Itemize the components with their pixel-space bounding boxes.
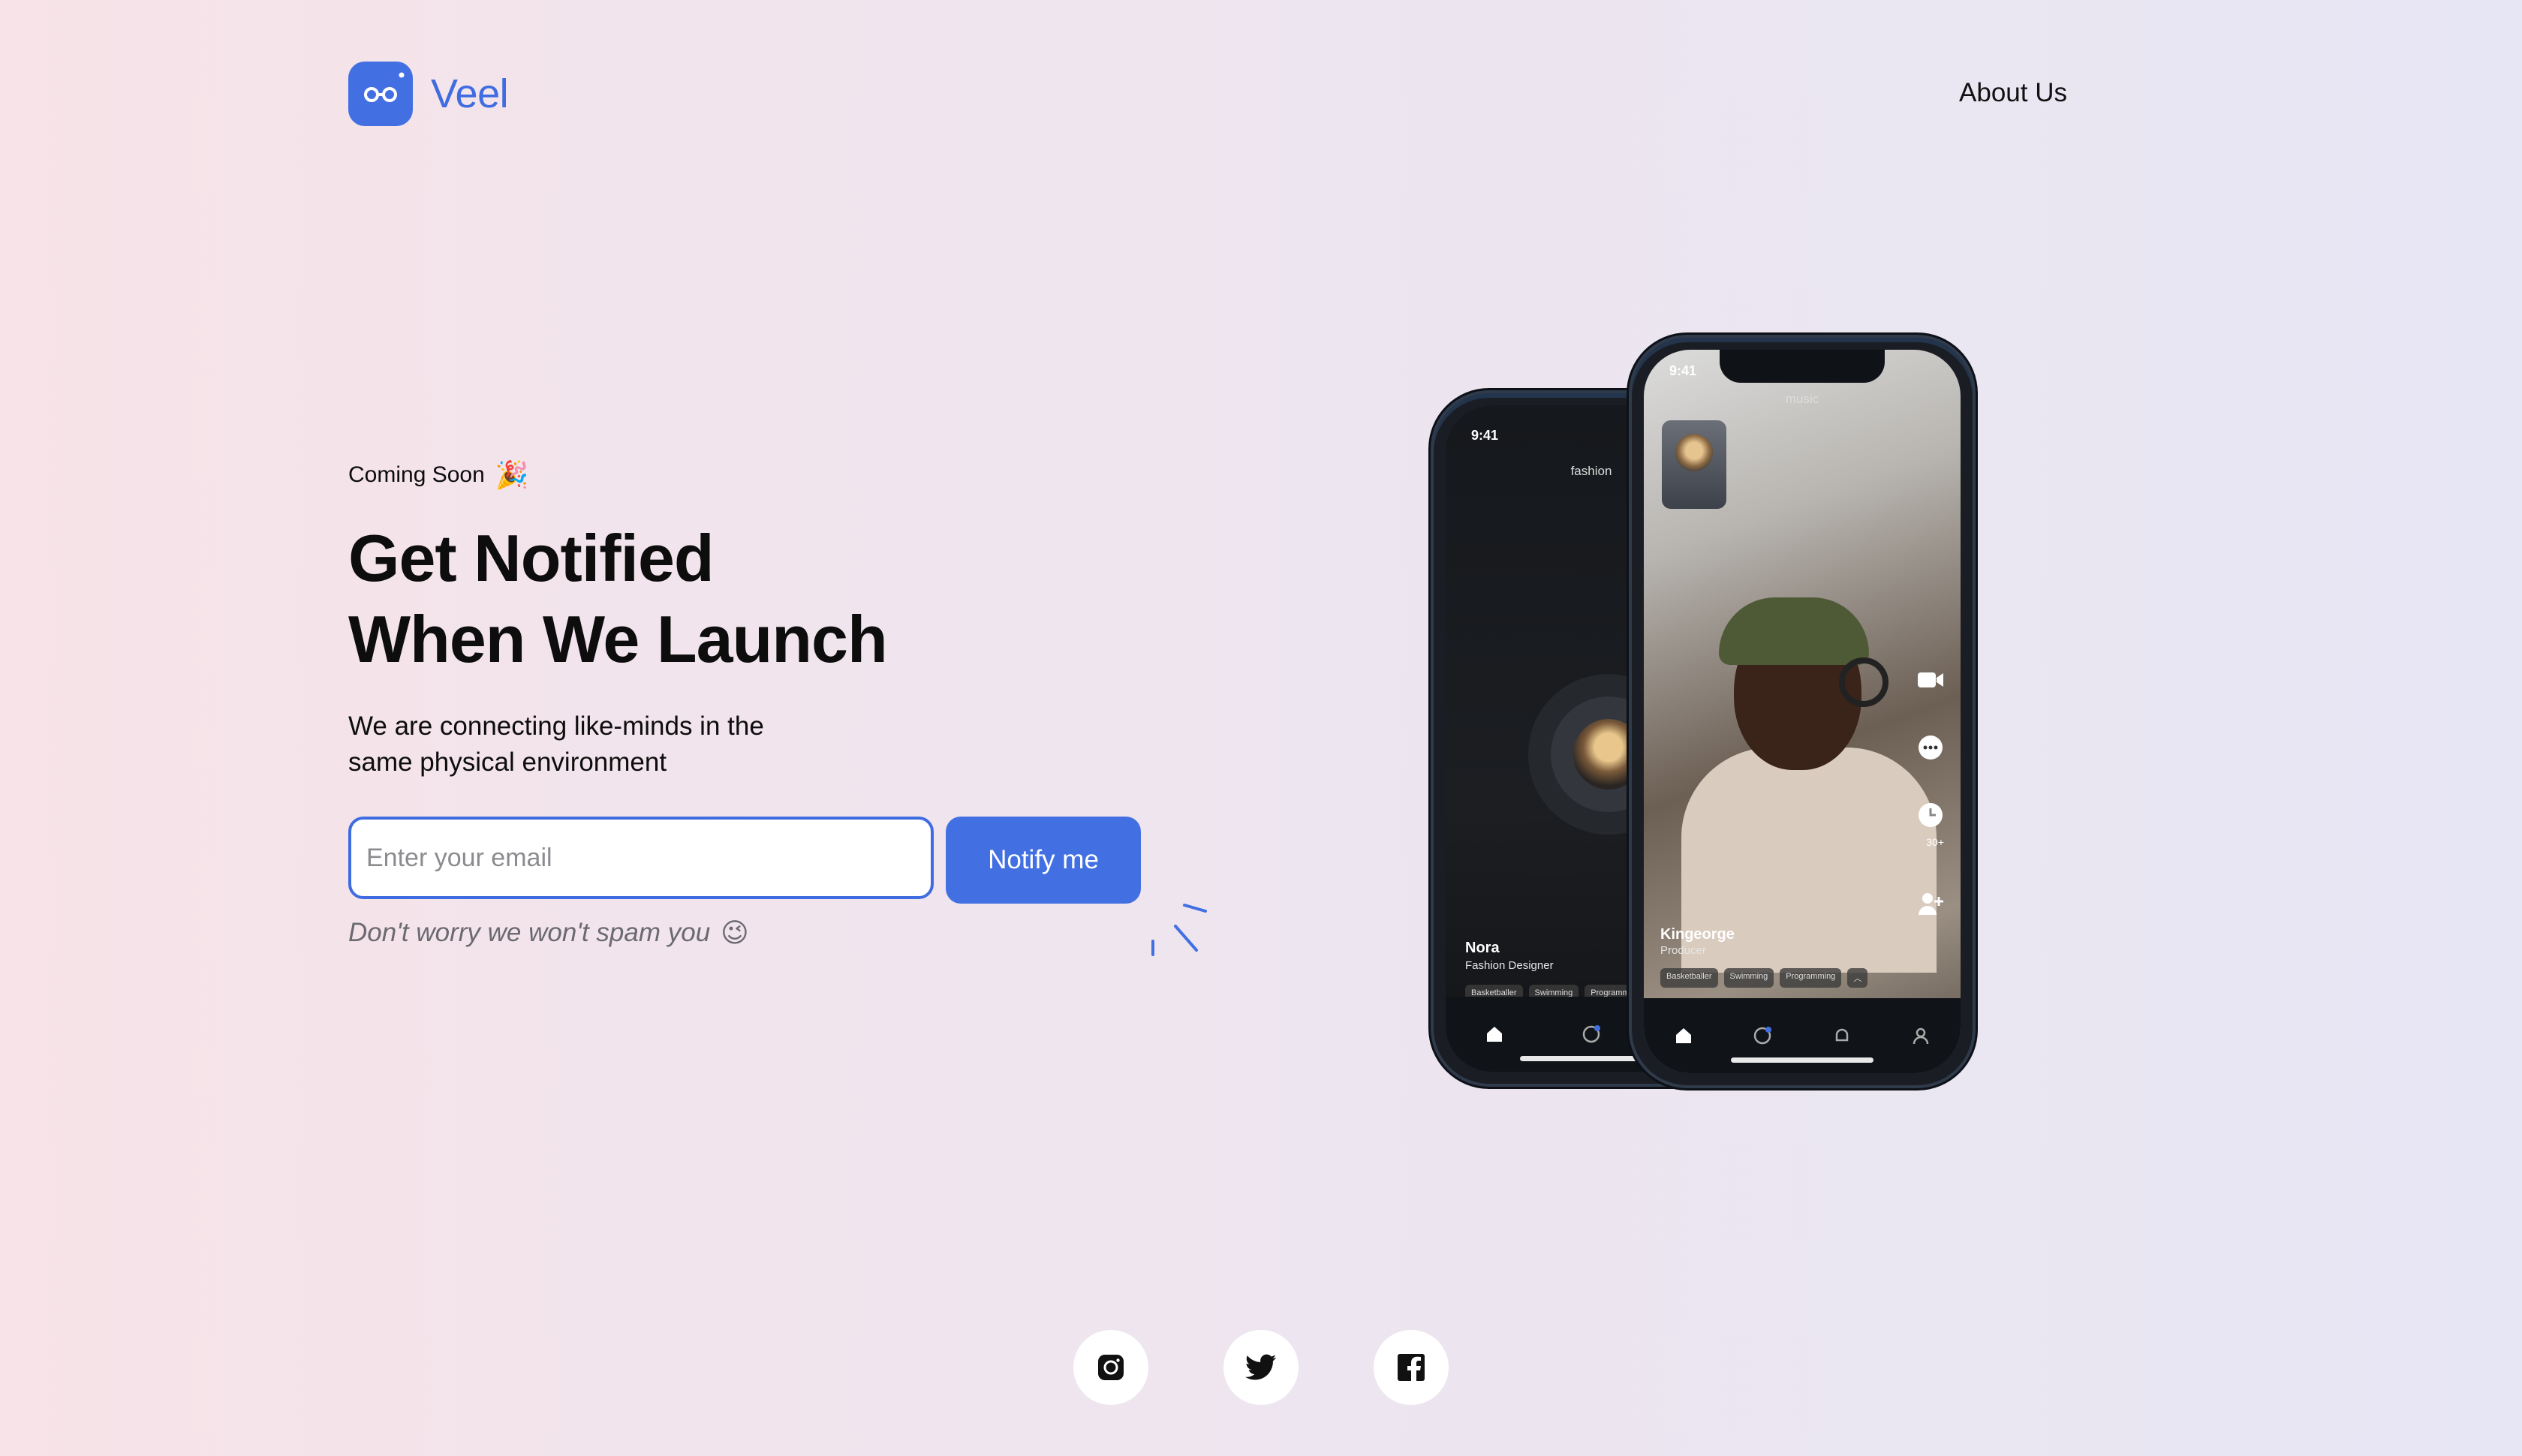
description-line-1: We are connecting like-minds in the xyxy=(348,711,764,741)
instagram-icon[interactable] xyxy=(1073,1330,1148,1405)
profile-icon[interactable] xyxy=(1908,1023,1934,1048)
email-field[interactable] xyxy=(348,817,934,899)
spam-note-text: Don't worry we won't spam you xyxy=(348,918,711,947)
headline-line-1: Get Notified xyxy=(348,521,715,595)
tag: Programming xyxy=(1780,968,1842,988)
hero-description: We are connecting like-minds in the same… xyxy=(348,708,814,781)
bell-icon[interactable] xyxy=(1829,1023,1855,1048)
twitter-icon[interactable] xyxy=(1223,1330,1299,1405)
facebook-icon[interactable] xyxy=(1374,1330,1449,1405)
tag: Basketballer xyxy=(1660,968,1718,988)
user-name: Nora xyxy=(1465,940,1500,956)
nav-link-about[interactable]: About Us xyxy=(1959,78,2067,108)
user-role: Fashion Designer xyxy=(1465,959,1554,972)
spam-note: Don't worry we won't spam you 😉 xyxy=(348,917,749,949)
notify-button[interactable]: Notify me xyxy=(946,817,1141,904)
tag: Swimming xyxy=(1723,968,1774,988)
page-title: Get Notified When We Launch xyxy=(348,518,1249,680)
chat-icon[interactable] xyxy=(1579,1021,1604,1047)
category-label: music xyxy=(1785,392,1819,406)
clock-icon[interactable] xyxy=(1914,799,1947,832)
social-links xyxy=(1073,1330,1449,1405)
add-user-icon[interactable] xyxy=(1914,887,1947,920)
hero-section: Coming Soon 🎉 Get Notified When We Launc… xyxy=(348,459,1249,781)
user-name: Kingeorge xyxy=(1660,926,1735,943)
glasses-icon xyxy=(348,62,413,126)
chevron-up-icon[interactable]: ︿ xyxy=(1847,968,1868,988)
timer-count: 30+ xyxy=(1926,836,1944,848)
chat-icon[interactable] xyxy=(1750,1023,1775,1048)
wink-emoji-icon: 😉 xyxy=(721,917,749,948)
phone-notch xyxy=(1720,350,1885,383)
video-feed-image xyxy=(1659,567,1944,973)
status-time: 9:41 xyxy=(1669,363,1697,378)
phone-screen-front: 9:41 music 30+ Kingeorge Producer Basket… xyxy=(1644,350,1961,1073)
brand-logo[interactable]: Veel xyxy=(348,62,509,126)
user-role: Producer xyxy=(1660,944,1706,957)
sparkle-decoration-icon xyxy=(1151,904,1207,956)
notify-form: Notify me xyxy=(348,817,1141,904)
coming-soon-label: Coming Soon 🎉 xyxy=(348,459,1249,491)
status-time: 9:41 xyxy=(1471,428,1499,443)
home-icon[interactable] xyxy=(1482,1021,1507,1047)
interest-tags: Basketballer Swimming Programming ︿ xyxy=(1660,968,1868,988)
brand-name: Veel xyxy=(431,71,509,116)
phone-mockup-front: 9:41 music 30+ Kingeorge Producer Basket… xyxy=(1629,335,1976,1088)
chat-bubble-icon[interactable] xyxy=(1914,731,1947,764)
home-indicator xyxy=(1731,1057,1873,1063)
home-icon[interactable] xyxy=(1671,1023,1696,1048)
video-call-icon[interactable] xyxy=(1914,663,1947,696)
story-thumbnail[interactable] xyxy=(1662,420,1726,509)
headline-line-2: When We Launch xyxy=(348,602,888,676)
coming-soon-text: Coming Soon xyxy=(348,462,485,487)
tab-bar xyxy=(1644,998,1961,1073)
description-line-2: same physical environment xyxy=(348,748,667,777)
party-popper-icon: 🎉 xyxy=(495,459,529,490)
